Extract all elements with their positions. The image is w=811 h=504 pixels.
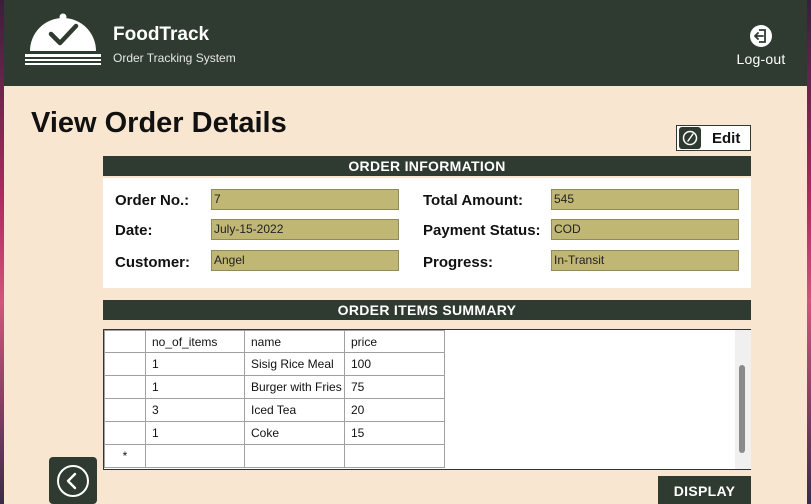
logout-label: Log-out [736, 51, 786, 67]
row-header[interactable] [104, 375, 146, 399]
date-label: Date: [115, 222, 153, 239]
row-header[interactable] [104, 421, 146, 445]
cell-no-of-items[interactable]: 1 [145, 421, 245, 445]
app-header: FoodTrack Order Tracking System Log-out [4, 0, 807, 86]
customer-field[interactable]: Angel [211, 250, 399, 271]
items-table: no_of_items name price 1 Sisig Rice Meal… [104, 330, 445, 468]
app-window: FoodTrack Order Tracking System Log-out … [4, 0, 807, 504]
page-title: View Order Details [31, 107, 287, 139]
payment-status-field[interactable]: COD [551, 219, 739, 240]
new-cell-price[interactable] [344, 444, 445, 468]
table-header-row: no_of_items name price [104, 330, 445, 353]
cell-price[interactable]: 15 [344, 421, 445, 445]
edit-button[interactable]: Edit [676, 125, 751, 151]
new-row[interactable]: * [104, 444, 445, 468]
order-no-field[interactable]: 7 [211, 189, 399, 210]
order-items-summary-header: ORDER ITEMS SUMMARY [103, 300, 751, 320]
table-row[interactable]: 1 Burger with Fries 75 [104, 375, 445, 399]
cell-name[interactable]: Coke [244, 421, 345, 445]
cell-price[interactable]: 100 [344, 352, 445, 376]
logout-icon [750, 25, 772, 47]
app-name: FoodTrack [113, 24, 210, 45]
cell-no-of-items[interactable]: 1 [145, 352, 245, 376]
row-header-corner [104, 330, 146, 353]
column-header-name[interactable]: name [244, 330, 345, 353]
logout-button[interactable]: Log-out [730, 24, 792, 70]
new-cell-no-of-items[interactable] [145, 444, 245, 468]
cell-no-of-items[interactable]: 3 [145, 398, 245, 422]
scrollbar-thumb[interactable] [739, 365, 745, 453]
progress-field[interactable]: In-Transit [551, 250, 739, 271]
row-header[interactable] [104, 352, 146, 376]
date-field[interactable]: July-15-2022 [211, 219, 399, 240]
total-amount-field[interactable]: 545 [551, 189, 739, 210]
cloche-check-icon [25, 13, 101, 65]
row-header[interactable] [104, 398, 146, 422]
edit-label: Edit [712, 129, 741, 147]
order-items-grid[interactable]: no_of_items name price 1 Sisig Rice Meal… [103, 329, 751, 470]
cell-name[interactable]: Burger with Fries [244, 375, 345, 399]
total-amount-label: Total Amount: [423, 192, 523, 209]
back-arrow-icon [57, 464, 89, 497]
cell-name[interactable]: Sisig Rice Meal [244, 352, 345, 376]
cell-price[interactable]: 20 [344, 398, 445, 422]
table-row[interactable]: 1 Sisig Rice Meal 100 [104, 352, 445, 376]
order-information-panel: Order No.: 7 Date: July-15-2022 Customer… [103, 178, 751, 288]
order-no-label: Order No.: [115, 192, 190, 209]
edit-gauge-icon [679, 127, 701, 149]
column-header-price[interactable]: price [344, 330, 445, 353]
order-information-header: ORDER INFORMATION [103, 156, 751, 176]
customer-label: Customer: [115, 254, 191, 271]
cell-no-of-items[interactable]: 1 [145, 375, 245, 399]
cell-price[interactable]: 75 [344, 375, 445, 399]
column-header-no-of-items[interactable]: no_of_items [145, 330, 245, 353]
payment-status-label: Payment Status: [423, 222, 541, 239]
new-cell-name[interactable] [244, 444, 345, 468]
cell-name[interactable]: Iced Tea [244, 398, 345, 422]
app-subtitle: Order Tracking System [113, 51, 236, 65]
progress-label: Progress: [423, 254, 494, 271]
table-row[interactable]: 1 Coke 15 [104, 421, 445, 445]
display-button[interactable]: DISPLAY [658, 476, 751, 504]
table-row[interactable]: 3 Iced Tea 20 [104, 398, 445, 422]
back-button[interactable] [49, 457, 97, 504]
new-row-marker[interactable]: * [104, 444, 146, 468]
